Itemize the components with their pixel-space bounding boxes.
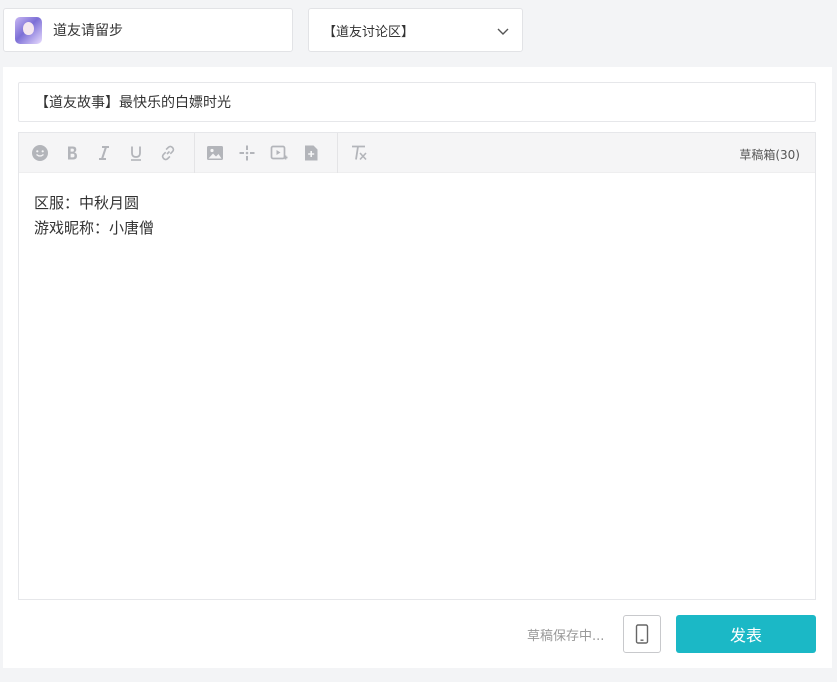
clear-format-icon[interactable] (349, 143, 369, 163)
mobile-phone-icon (635, 624, 649, 644)
board-select[interactable]: 【道友讨论区】 (308, 8, 523, 52)
underline-icon[interactable] (126, 143, 146, 163)
sparkle-icon[interactable] (237, 143, 257, 163)
content-line: 区服：中秋月圆 (34, 194, 140, 212)
content-line: 游戏昵称：小唐僧 (34, 219, 155, 237)
board-select-value: 【道友讨论区】 (323, 24, 415, 40)
user-selector[interactable]: 道友请留步 (3, 8, 293, 52)
mobile-preview-button[interactable] (623, 615, 661, 653)
draft-status-text: 草稿保存中... (527, 629, 605, 644)
publish-button[interactable]: 发表 (676, 615, 816, 653)
post-editor-panel: 草稿箱(30) 区服：中秋月圆 游戏昵称：小唐僧 草稿保存中... 发表 (3, 67, 832, 668)
rich-text-editor: 草稿箱(30) 区服：中秋月圆 游戏昵称：小唐僧 (18, 132, 816, 600)
italic-icon[interactable] (94, 143, 114, 163)
toolbar-divider (194, 133, 195, 173)
emoji-icon[interactable] (30, 143, 50, 163)
image-icon[interactable] (205, 143, 225, 163)
chevron-down-icon (497, 28, 509, 35)
video-icon[interactable] (269, 143, 289, 163)
user-avatar (15, 16, 42, 44)
editor-content[interactable]: 区服：中秋月圆 游戏昵称：小唐僧 (34, 191, 794, 241)
post-title-input[interactable] (18, 82, 816, 122)
attachment-icon[interactable] (301, 143, 321, 163)
toolbar-divider (337, 133, 338, 173)
editor-toolbar: 草稿箱(30) (19, 133, 815, 173)
bold-icon[interactable] (62, 143, 82, 163)
link-icon[interactable] (158, 143, 178, 163)
user-name: 道友请留步 (53, 23, 123, 39)
top-bar: 道友请留步 【道友讨论区】 (0, 0, 837, 60)
drafts-link[interactable]: 草稿箱(30) (739, 146, 800, 163)
